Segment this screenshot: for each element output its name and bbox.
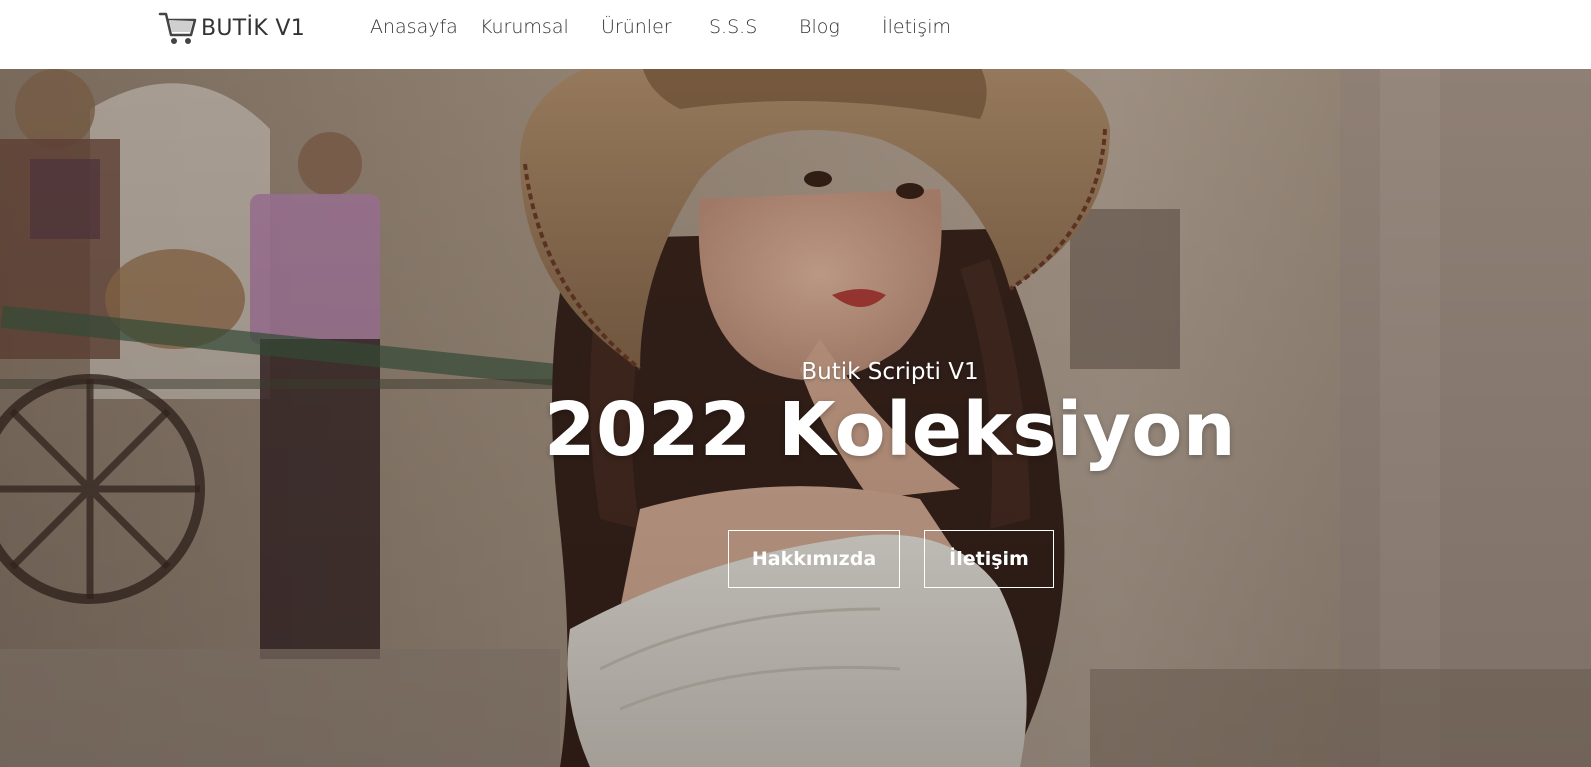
nav-item-iletisim[interactable]: İletişim — [882, 14, 982, 40]
contact-button[interactable]: İletişim — [924, 530, 1054, 588]
hero-banner: Butik Scripti V1 2022 Koleksiyon Hakkımı… — [0, 69, 1591, 767]
nav-item-anasayfa[interactable]: Anasayfa — [370, 14, 480, 40]
hero-title: 2022 Koleksiyon — [543, 387, 1237, 473]
nav-item-sss[interactable]: S.S.S — [709, 14, 799, 40]
nav-item-kurumsal[interactable]: Kurumsal — [480, 14, 601, 40]
brand-logo-link[interactable]: BUTİK V1 — [158, 8, 305, 48]
nav-item-blog[interactable]: Blog — [799, 14, 882, 40]
hero-subtitle: Butik Scripti V1 — [801, 359, 979, 385]
shopping-cart-icon — [158, 12, 197, 44]
nav-item-urunler[interactable]: Ürünler — [601, 14, 709, 40]
hero-content: Butik Scripti V1 2022 Koleksiyon Hakkımı… — [0, 69, 1591, 767]
main-menu: Anasayfa Kurumsal Ürünler S.S.S Blog İle… — [370, 14, 982, 40]
brand-name: BUTİK V1 — [201, 15, 305, 41]
about-button[interactable]: Hakkımızda — [728, 530, 900, 588]
navbar: BUTİK V1 Anasayfa Kurumsal Ürünler S.S.S… — [0, 0, 1591, 69]
